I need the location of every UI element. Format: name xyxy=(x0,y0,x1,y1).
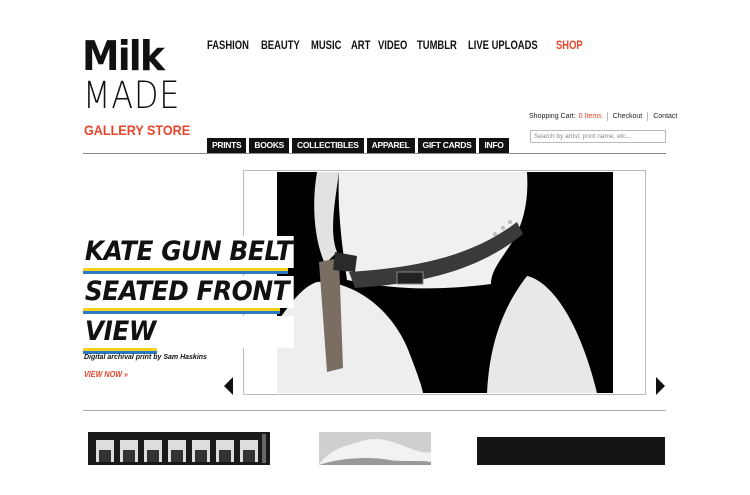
cart-row: Shopping Cart: 0 Items Checkout Contact xyxy=(529,112,677,121)
hero-title[interactable]: KATE GUN BELT SEATED FRONT VIEW xyxy=(83,236,312,354)
title-underline-blue xyxy=(83,271,288,274)
header-divider xyxy=(83,153,666,154)
title-underline-blue xyxy=(83,311,280,314)
hero-title-line-2: SEATED FRONT xyxy=(83,276,294,308)
prev-arrow-icon[interactable] xyxy=(224,377,233,395)
logo-milk[interactable]: Milk xyxy=(82,36,165,77)
cart-count-link[interactable]: 0 Items xyxy=(579,113,602,120)
view-now-link[interactable]: VIEW NOW » xyxy=(84,370,128,379)
divider xyxy=(606,112,608,121)
nav-fashion[interactable]: FASHION xyxy=(207,40,249,52)
product-thumbnail-clouds[interactable] xyxy=(319,432,431,465)
search-input[interactable]: Search by artist, print name, etc... xyxy=(530,130,666,143)
product-thumbnail-contact-sheet[interactable] xyxy=(88,432,270,465)
next-arrow-icon[interactable] xyxy=(656,377,665,395)
tab-info[interactable]: INFO xyxy=(479,138,509,153)
nav-art[interactable]: ART xyxy=(351,40,370,52)
tab-collectibles[interactable]: COLLECTIBLES xyxy=(292,138,364,153)
nav-shop[interactable]: SHOP xyxy=(556,40,583,52)
top-nav: FASHION BEAUTY MUSIC ART VIDEO TUMBLR LI… xyxy=(207,40,583,52)
cart-label: Shopping Cart: xyxy=(529,113,576,120)
hero-image[interactable] xyxy=(277,172,613,393)
content-divider xyxy=(83,410,666,411)
hero-title-line-3: VIEW xyxy=(83,316,294,348)
tab-books[interactable]: BOOKS xyxy=(249,138,290,153)
hero-caption: Digital archival print by Sam Haskins xyxy=(84,354,207,361)
nav-live-uploads[interactable]: LIVE UPLOADS xyxy=(468,40,538,52)
logo-made[interactable]: MADE xyxy=(83,77,180,114)
tab-gift-cards[interactable]: GIFT CARDS xyxy=(417,138,477,153)
tab-apparel[interactable]: APPAREL xyxy=(366,138,415,153)
divider xyxy=(647,112,649,121)
checkout-link[interactable]: Checkout xyxy=(613,113,643,120)
nav-beauty[interactable]: BEAUTY xyxy=(261,40,300,52)
contact-link[interactable]: Contact xyxy=(653,113,677,120)
tab-prints[interactable]: PRINTS xyxy=(207,138,247,153)
logo-gallery-store[interactable]: GALLERY STORE xyxy=(84,122,190,138)
nav-music[interactable]: MUSIC xyxy=(311,40,341,52)
hero-title-line-1: KATE GUN BELT xyxy=(83,236,294,268)
category-tabs: PRINTS BOOKS COLLECTIBLES APPAREL GIFT C… xyxy=(207,138,509,153)
nav-tumblr[interactable]: TUMBLR xyxy=(417,40,457,52)
nav-video[interactable]: VIDEO xyxy=(378,40,407,52)
product-thumbnail-dark[interactable] xyxy=(477,437,665,465)
